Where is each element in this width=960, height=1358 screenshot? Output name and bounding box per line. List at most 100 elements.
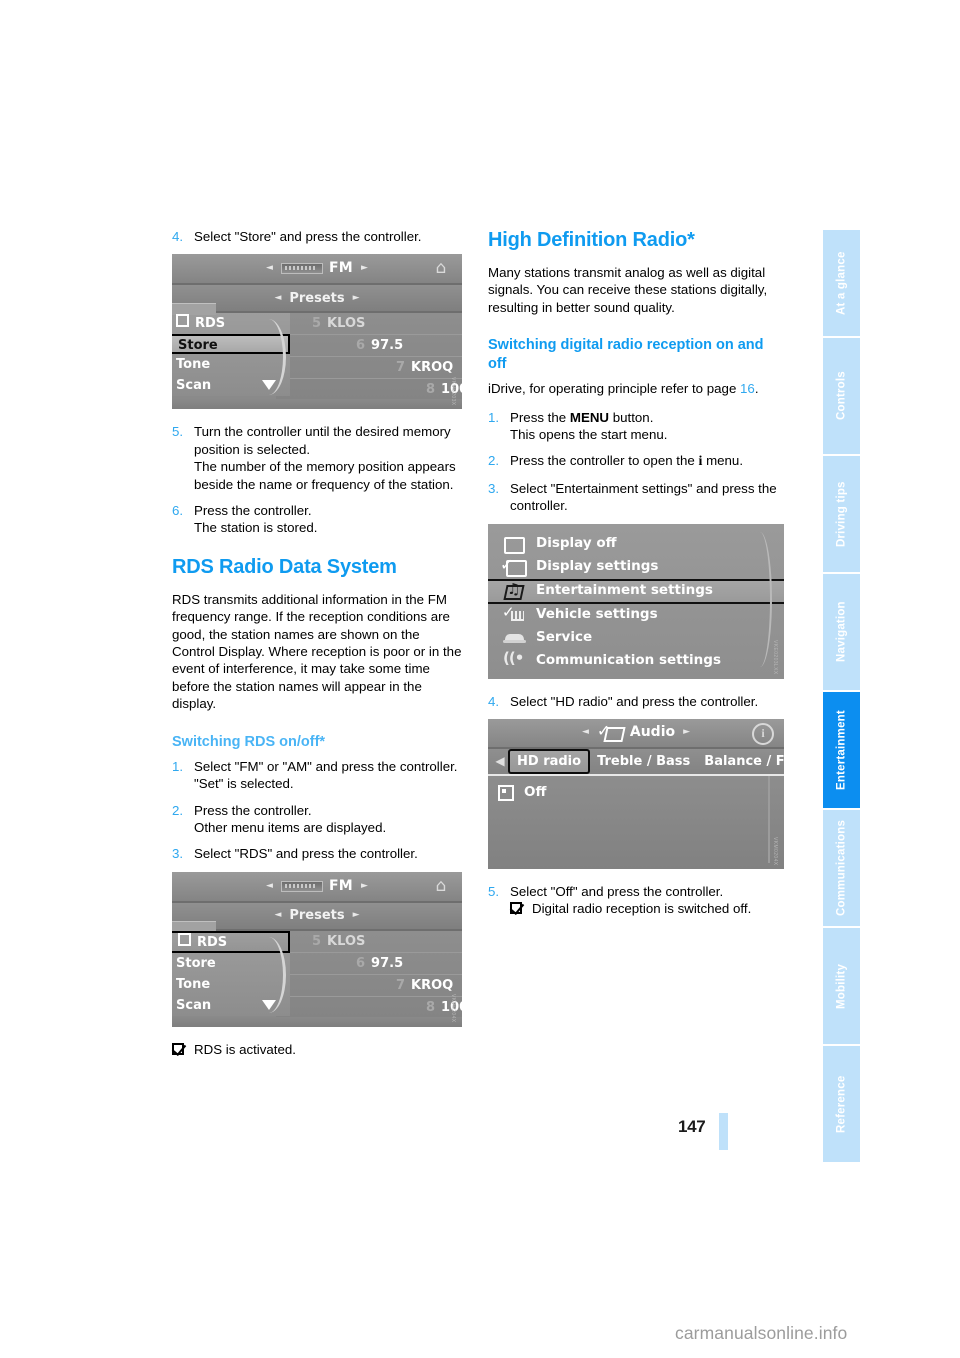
step-number: 3. (488, 480, 500, 496)
station-position: 8 (426, 382, 436, 398)
step-main-text: Press the controller. (194, 802, 312, 818)
menu-item-label: Store (178, 338, 218, 354)
manual-page: 4. Select "Store" and press the controll… (0, 0, 960, 1358)
start-menu-row: Vehicle settings (488, 604, 784, 627)
menu-item-store: Store (172, 953, 290, 974)
page-reference-link[interactable]: 16 (740, 381, 755, 396)
radio-footer-bar (172, 399, 462, 410)
step-5-turn-controller: 5. Turn the controller until the desired… (172, 423, 462, 493)
step-main-text: Turn the controller until the desired me… (194, 424, 451, 457)
radio-source-bar: ◄ FM ► ⌂ (172, 871, 462, 903)
right-column: High Definition Radio* Many stations tra… (488, 228, 784, 927)
step-number: 4. (488, 693, 500, 709)
station-position: 6 (356, 955, 366, 971)
station-row: 8100.5 (276, 379, 462, 400)
vehicle-icon (502, 604, 528, 623)
chevron-down-icon (262, 380, 276, 391)
radio-body: 5KLOS 697.5 7KROQ 8100.5 NYC 94.3 RDS St… (172, 920, 462, 1027)
step-sub-text: "Set" is selected. (194, 776, 294, 792)
start-menu-row: Display off (488, 533, 784, 556)
step-number: 5. (172, 424, 184, 440)
menu-item-label: RDS (195, 316, 226, 332)
station-row: 7 KROQ (276, 357, 462, 380)
step-4-store: 4. Select "Store" and press the controll… (172, 228, 462, 245)
menu-item-label: Scan (176, 378, 212, 394)
audio-tab-strip: ◀ HD radio Treble / Bass Balance / Fad ▶ (488, 748, 784, 777)
rail-tab-entertainment[interactable]: Entertainment (823, 690, 860, 808)
note-text: Digital radio reception is switched off. (532, 901, 752, 917)
rail-tab-at-a-glance[interactable]: At a glance (823, 228, 860, 336)
start-menu-row: Display settings (488, 556, 784, 579)
hd-step-4: 4. Select "HD radio" and press the contr… (488, 693, 778, 710)
station-list: 5KLOS 697.5 7KROQ 8100.5 (276, 313, 462, 410)
subheading-switching-digital: Switching digital radio reception on and… (488, 337, 764, 373)
station-row: 8100.5 (276, 997, 462, 1018)
step-text: Press the controller to open the i menu. (510, 452, 778, 470)
step-text: Select "Off" and press the controller. D… (510, 883, 778, 918)
info-icon: i (752, 723, 774, 746)
station-name: 97.5 (371, 338, 404, 354)
step-number: 2. (172, 802, 184, 818)
prev-screen-icon: ◄ (581, 727, 589, 738)
rail-tab-reference[interactable]: Reference (823, 1044, 860, 1162)
radio-footer-bar (172, 1016, 462, 1027)
checkmark-box-icon (510, 902, 526, 915)
step-text-pre: Press the controller to open the (510, 453, 699, 469)
digital-off-note: Digital radio reception is switched off. (510, 900, 778, 917)
menu-item-label: Store (176, 955, 216, 971)
station-row: 6 97.5 (276, 953, 462, 975)
step-text-post: menu. (702, 453, 744, 469)
entertainment-icon (597, 722, 623, 741)
menu-item-store: Store (172, 334, 290, 355)
radio-body: 5KLOS 697.5 7KROQ 8100.5 NYC 94.3 RDS St… (172, 303, 462, 410)
next-screen-icon: ► (683, 727, 691, 738)
step-number: 1. (172, 758, 184, 774)
menu-button-label: MENU (569, 409, 610, 425)
radio-band-label: FM (328, 877, 354, 894)
step-text-post: button. (609, 409, 654, 425)
idrive-lead-end: . (754, 381, 759, 397)
station-name: KROQ (411, 977, 454, 993)
chapter-tab-rail: At a glance Controls Driving tips Naviga… (823, 228, 860, 1162)
rail-tab-navigation[interactable]: Navigation (823, 572, 860, 690)
step-text: Press the controller. The station is sto… (194, 502, 462, 537)
subheading-switching-rds: Switching RDS on/off* (172, 733, 326, 750)
prev-presets-icon: ◄ (274, 910, 282, 921)
step-text: Turn the controller until the desired me… (194, 423, 462, 493)
figure-audio-settings: ◄ Audio ► i ◀ HD radio Treble / Bass Bal… (488, 719, 784, 870)
menu-item-tone: Tone (172, 354, 290, 375)
checkbox-icon (178, 932, 191, 946)
station-row: 5 KLOS (276, 931, 462, 953)
step-text: Select "HD radio" and press the controll… (510, 693, 759, 709)
hd-step-3: 3. Select "Entertainment settings" and p… (488, 480, 778, 515)
home-icon: ⌂ (435, 875, 447, 896)
step-sub-text: Other menu items are displayed. (194, 819, 387, 835)
start-menu-label: Display off (536, 535, 617, 552)
rail-tab-controls[interactable]: Controls (823, 336, 860, 454)
start-menu-label: Entertainment settings (536, 582, 713, 599)
station-row: 6 97.5 (276, 335, 462, 358)
figure-start-menu: Display off Display settings Entertainme… (488, 523, 784, 679)
start-menu-label: Display settings (536, 558, 659, 575)
station-row: 7 KROQ (276, 975, 462, 997)
service-car-icon (502, 630, 528, 646)
audio-options-body: Off (488, 776, 784, 870)
start-menu-row-selected: Entertainment settings (488, 578, 784, 604)
menu-item-label: Scan (176, 997, 212, 1013)
rail-tab-mobility[interactable]: Mobility (823, 926, 860, 1044)
step-text-pre: Press the (510, 409, 570, 425)
site-watermark: carmanualsonline.info (675, 1323, 848, 1343)
rail-tab-communications[interactable]: Communications (823, 808, 860, 926)
station-name: KLOS (327, 316, 366, 332)
station-position: 5 (312, 933, 322, 949)
rds-step-1: 1. Select "FM" or "AM" and press the con… (172, 758, 462, 793)
step-number: 3. (172, 846, 184, 862)
section-heading-hd-radio: High Definition Radio* (488, 229, 695, 251)
scroll-left-icon: ◀ (495, 753, 505, 768)
checkmark-box-icon (172, 1042, 188, 1056)
next-source-icon: ► (361, 880, 368, 891)
menu-item-label: RDS (197, 934, 228, 950)
rail-tab-driving-tips[interactable]: Driving tips (823, 454, 860, 572)
step-number: 4. (172, 229, 184, 244)
step-6-press-controller: 6. Press the controller. The station is … (172, 502, 462, 537)
